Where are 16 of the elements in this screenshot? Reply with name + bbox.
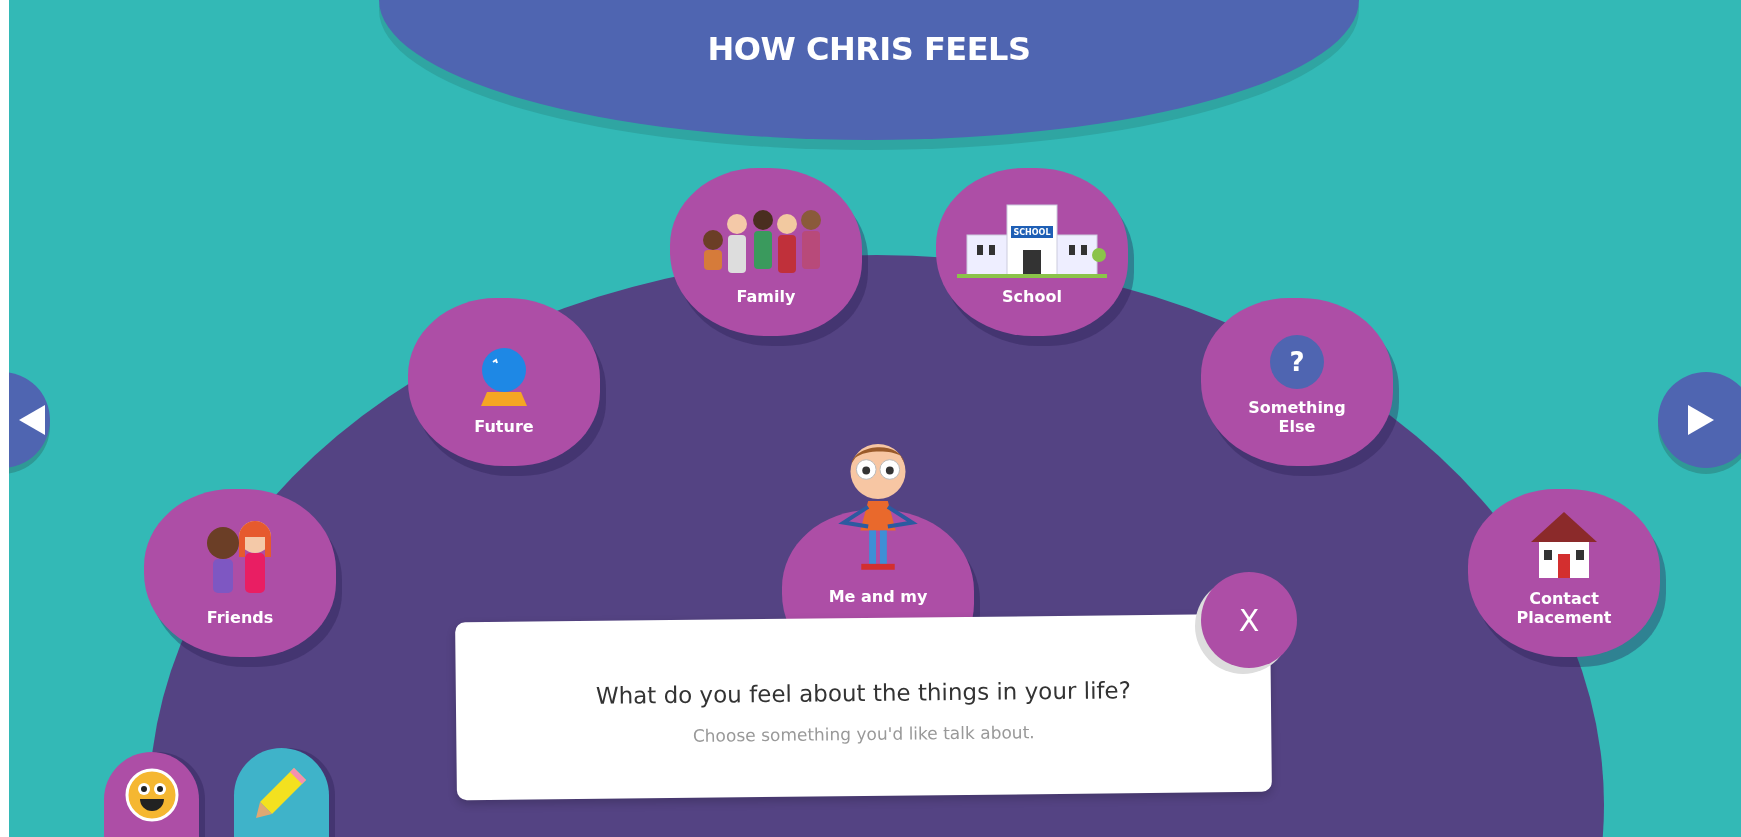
- question-mark-icon: ?: [1270, 335, 1324, 390]
- house-drawing: [1529, 510, 1599, 581]
- topic-bubble[interactable]: SCHOOL School: [936, 168, 1128, 336]
- right-triangle-icon: [1688, 405, 1714, 435]
- topic-bubble[interactable]: Friends: [144, 489, 336, 657]
- crystal-ball-drawing: [479, 345, 529, 408]
- feelings-tool-button[interactable]: [104, 752, 199, 837]
- page-title: HOW CHRIS FEELS: [707, 30, 1031, 68]
- dialog-hint: Choose something you'd like talk about.: [692, 722, 1035, 746]
- topic-bubble[interactable]: Family: [670, 168, 862, 336]
- smiley-face-icon: [124, 768, 179, 822]
- left-triangle-icon: [19, 405, 45, 435]
- topic-bubble[interactable]: ? Something Else: [1201, 298, 1393, 466]
- dialog-question: What do you feel about the things in your life?: [595, 677, 1132, 709]
- school-building-drawing: SCHOOL: [957, 199, 1107, 278]
- topic-bubble[interactable]: Contact Placement: [1468, 489, 1660, 657]
